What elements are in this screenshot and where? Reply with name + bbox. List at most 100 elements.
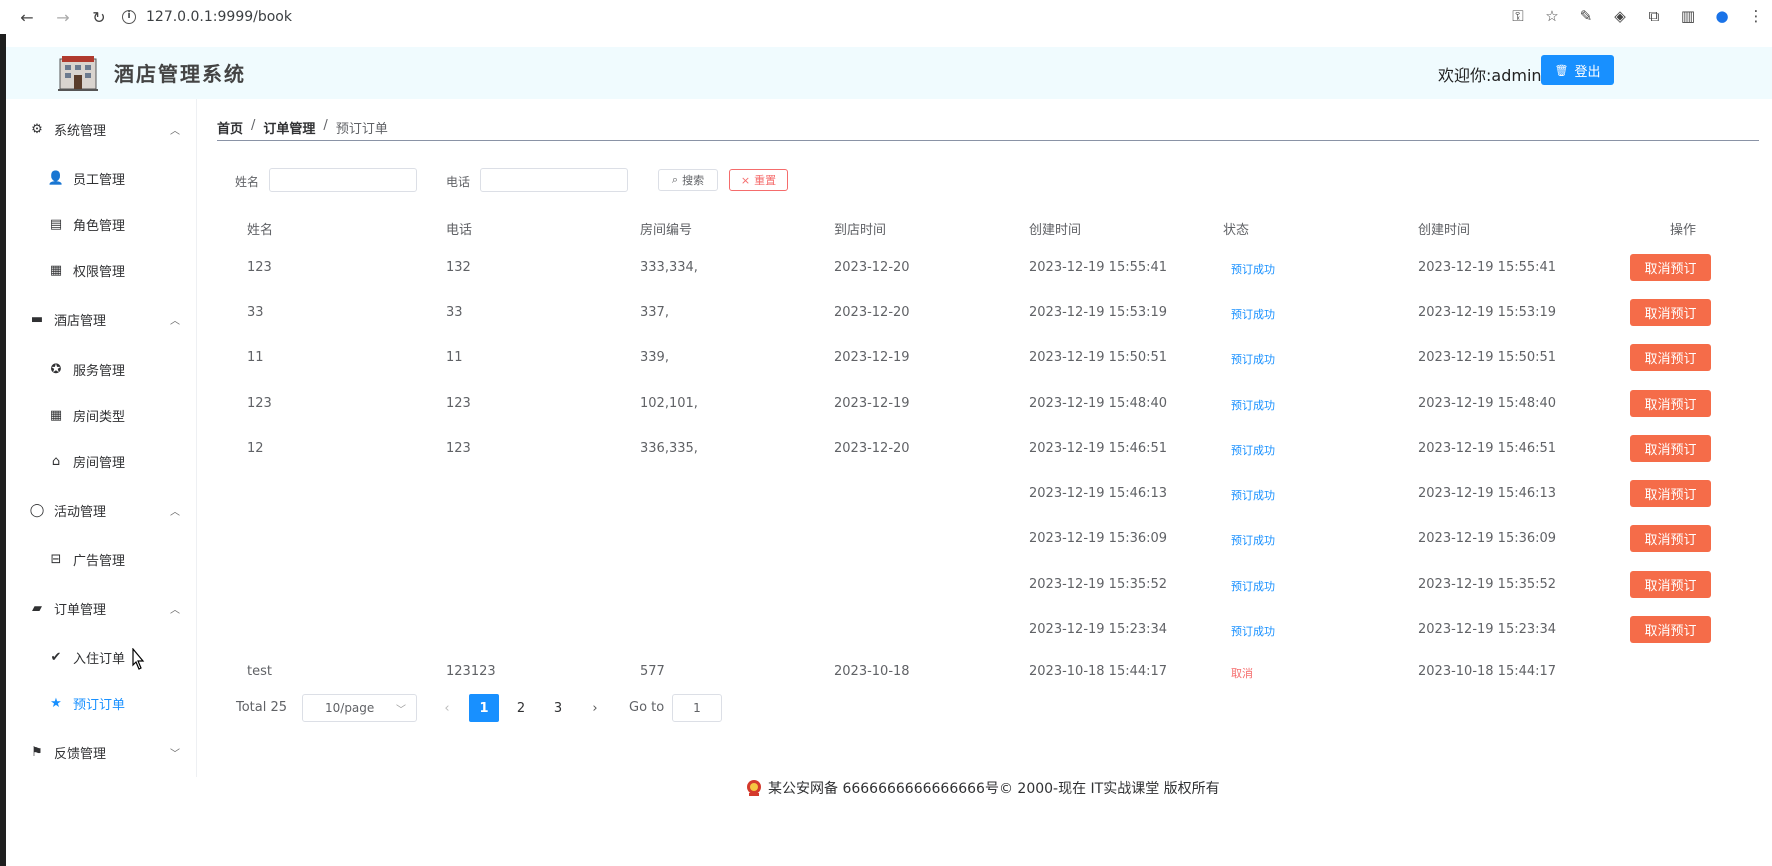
search-icon: ⌕	[671, 173, 679, 186]
status-badge: 预订成功	[1231, 534, 1275, 547]
reload-icon[interactable]: ↻	[88, 6, 110, 28]
cell-created: 2023-12-19 15:23:34	[1029, 622, 1168, 637]
name-filter-label: 姓名	[235, 175, 260, 189]
sidebar-item-checkin-orders[interactable]: ✔ 入住订单	[49, 648, 125, 667]
page-size-value: 10/page	[325, 701, 375, 715]
search-button-label: 搜索	[682, 174, 705, 187]
cancel-booking-button[interactable]: 取消预订	[1630, 616, 1711, 643]
next-page-button[interactable]: ›	[580, 694, 610, 722]
hotel-logo	[58, 56, 98, 91]
cell-created: 2023-10-18 15:44:17	[1029, 664, 1168, 679]
cancel-booking-button[interactable]: 取消预订	[1630, 525, 1711, 552]
logout-label: 登出	[1574, 64, 1601, 80]
sidebar-item-ads[interactable]: ⊟ 广告管理	[49, 550, 125, 569]
goto-page-input[interactable]: 1	[672, 694, 722, 722]
page-size-select[interactable]: 10/page ﹀	[302, 694, 417, 722]
table-header-col-name: 姓名	[247, 223, 274, 238]
sidebar-group-activity[interactable]: ◯ 活动管理 ︿	[30, 501, 180, 520]
cell-arrival: 2023-10-18	[834, 664, 910, 679]
cell-created: 2023-12-19 15:46:13	[1029, 486, 1168, 501]
sidebar-item-label: 权限管理	[73, 265, 126, 280]
name-filter-input[interactable]	[269, 168, 417, 192]
trash-icon: 🗑	[1554, 63, 1569, 77]
address-bar[interactable]: i 127.0.0.1:9999/book	[122, 9, 292, 25]
status-badge: 取消	[1231, 667, 1253, 680]
pagination-total: Total 25	[236, 700, 288, 715]
sidebar-item-label: 入住订单	[73, 652, 126, 667]
phone-filter-input[interactable]	[480, 168, 628, 192]
sidebar-group-orders[interactable]: ▰ 订单管理 ︿	[30, 599, 180, 618]
table-header-col-room-no: 房间编号	[640, 223, 693, 238]
prev-page-button[interactable]: ‹	[432, 694, 462, 722]
cell-rooms: 337,	[640, 305, 669, 320]
cell-name: 33	[247, 305, 264, 320]
cell-created-2: 2023-12-19 15:53:19	[1418, 305, 1557, 320]
cell-arrival: 2023-12-20	[834, 260, 910, 275]
cell-rooms: 102,101,	[640, 396, 698, 411]
cell-phone: 123	[446, 441, 471, 456]
sidebar-group-system[interactable]: ⚙ 系统管理 ︿	[30, 120, 180, 139]
footer-text: 某公安网备 6666666666666666号© 2000-现在 IT实战课堂 …	[768, 781, 1220, 797]
reset-button[interactable]: × 重置	[729, 169, 788, 191]
sidebar-item-roles[interactable]: ▤ 角色管理	[49, 215, 125, 234]
cell-phone: 11	[446, 350, 463, 365]
search-button[interactable]: ⌕ 搜索	[658, 169, 718, 191]
extension-icon[interactable]: ✎	[1576, 6, 1596, 26]
sidebar-group-label: 酒店管理	[54, 314, 107, 329]
sidepanel-icon[interactable]: ▥	[1678, 6, 1698, 26]
cell-created-2: 2023-12-19 15:46:13	[1418, 486, 1557, 501]
bed-icon: ▬	[30, 312, 44, 327]
cancel-booking-button[interactable]: 取消预订	[1630, 480, 1711, 507]
status-badge: 预订成功	[1231, 625, 1275, 638]
breadcrumb-orders[interactable]: 订单管理	[263, 118, 315, 137]
gear-icon: ⚙	[31, 122, 43, 137]
sidebar-item-staff[interactable]: 👤 员工管理	[47, 169, 125, 188]
bookmark-star-icon[interactable]: ☆	[1542, 6, 1562, 26]
sidebar-group-hotel[interactable]: ▬ 酒店管理 ︿	[30, 310, 180, 329]
cell-created: 2023-12-19 15:53:19	[1029, 305, 1168, 320]
breadcrumb-home[interactable]: 首页	[217, 118, 243, 137]
status-badge: 预订成功	[1231, 308, 1275, 321]
status-badge: 预订成功	[1231, 399, 1275, 412]
cancel-booking-button[interactable]: 取消预订	[1630, 571, 1711, 598]
cell-name: 123	[247, 396, 272, 411]
sidebar-item-label: 预订订单	[73, 698, 126, 713]
cancel-booking-button[interactable]: 取消预订	[1630, 254, 1711, 281]
cell-created-2: 2023-12-19 15:36:09	[1418, 531, 1557, 546]
cancel-booking-button[interactable]: 取消预订	[1630, 390, 1711, 417]
page-button-1[interactable]: 1	[469, 694, 499, 722]
extension2-icon[interactable]: ◈	[1610, 6, 1630, 26]
sidebar-item-services[interactable]: ✪ 服务管理	[49, 360, 125, 379]
cancel-booking-button[interactable]: 取消预订	[1630, 435, 1711, 462]
box-icon: ⊟	[50, 552, 62, 567]
logout-button[interactable]: 🗑 登出	[1541, 55, 1614, 85]
sidebar-item-rooms[interactable]: ⌂ 房间管理	[49, 452, 125, 471]
more-icon[interactable]: ⋮	[1746, 6, 1766, 26]
profile-icon[interactable]: ●	[1712, 6, 1732, 26]
table-header-col-phone: 电话	[446, 223, 473, 238]
cell-phone: 132	[446, 260, 471, 275]
back-icon[interactable]: ←	[16, 6, 38, 28]
sidebar	[6, 99, 197, 777]
cell-arrival: 2023-12-20	[834, 305, 910, 320]
user-icon: 👤	[47, 171, 65, 186]
puzzle-icon[interactable]: ⧉	[1644, 6, 1664, 26]
sidebar-item-permissions[interactable]: ▦ 权限管理	[49, 261, 125, 280]
home-icon: ⌂	[51, 454, 61, 469]
cell-name: 12	[247, 441, 264, 456]
breadcrumb: 首页 / 订单管理 / 预订订单	[217, 118, 388, 137]
cell-name: 11	[247, 350, 264, 365]
close-icon: ×	[740, 173, 751, 187]
sidebar-item-room-types[interactable]: ▦ 房间类型	[49, 406, 125, 425]
table-header-col-created-2: 创建时间	[1418, 223, 1471, 238]
key-icon[interactable]: ⚿	[1508, 6, 1528, 26]
sidebar-group-feedback[interactable]: ⚑ 反馈管理 ﹀	[30, 743, 180, 762]
sidebar-item-booking-orders[interactable]: ★ 预订订单	[49, 694, 125, 713]
cancel-booking-button[interactable]: 取消预订	[1630, 344, 1711, 371]
chevron-down-icon: ﹀	[396, 704, 406, 716]
forward-icon[interactable]: →	[52, 6, 74, 28]
cancel-booking-button[interactable]: 取消预订	[1630, 299, 1711, 326]
page-button-3[interactable]: 3	[543, 694, 573, 722]
page-button-2[interactable]: 2	[506, 694, 536, 722]
cell-arrival: 2023-12-19	[834, 396, 910, 411]
